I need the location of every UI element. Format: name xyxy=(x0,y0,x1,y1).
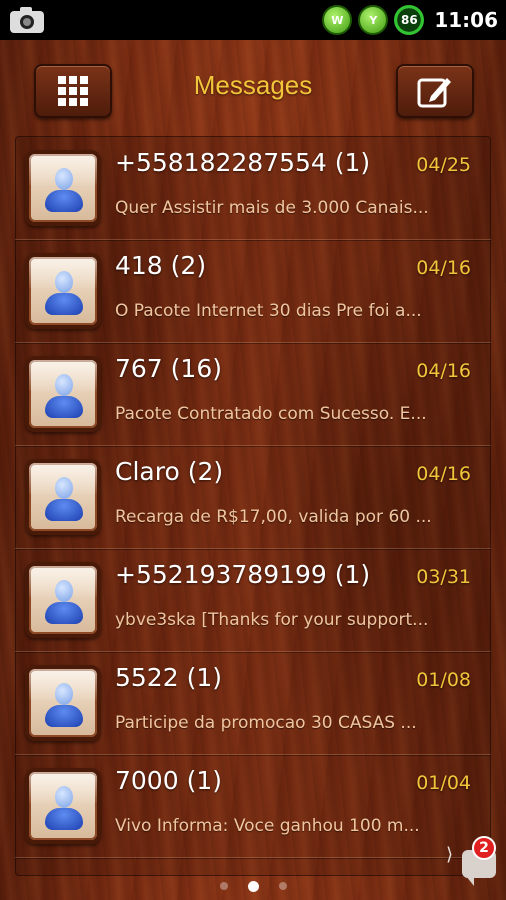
status-bar: W Y 86 11:06 xyxy=(0,0,506,40)
thread-preview: Vivo Informa: Voce ganhou 100 m... xyxy=(115,816,420,836)
thread-name: +552193789199 (1) xyxy=(115,560,371,589)
contact-avatar-icon xyxy=(25,356,101,432)
page-indicator xyxy=(0,881,506,892)
signal-icon: Y xyxy=(358,5,389,35)
thread-row[interactable]: 767 (16) 04/16 Pacote Contratado com Suc… xyxy=(15,342,491,446)
thread-date: 04/25 xyxy=(416,154,471,176)
thread-name: 767 (16) xyxy=(115,354,222,383)
thread-preview: Recarga de R$17,00, valida por 60 ... xyxy=(115,507,432,527)
screen: W Y 86 11:06 Messages +558182287554 (1) … xyxy=(0,0,506,900)
w-app-icon: W xyxy=(322,5,353,35)
thread-row[interactable]: 7000 (1) 01/04 Vivo Informa: Voce ganhou… xyxy=(15,754,491,858)
thread-row[interactable]: +552193789199 (1) 03/31 ybve3ska [Thanks… xyxy=(15,548,491,652)
thread-row[interactable]: +558182287554 (1) 04/25 Quer Assistir ma… xyxy=(15,136,491,240)
thread-date: 01/04 xyxy=(416,772,471,794)
thread-name: Claro (2) xyxy=(115,457,224,486)
contact-avatar-icon xyxy=(25,459,101,535)
thread-date: 03/31 xyxy=(416,566,471,588)
thread-date: 01/08 xyxy=(416,669,471,691)
thread-name: 418 (2) xyxy=(115,251,207,280)
thread-date: 04/16 xyxy=(416,360,471,382)
rays-icon: ⟩ xyxy=(446,844,454,865)
compose-icon xyxy=(417,78,451,108)
contact-avatar-icon xyxy=(25,665,101,741)
thread-row[interactable]: 418 (2) 04/16 O Pacote Internet 30 dias … xyxy=(15,239,491,343)
thread-row[interactable]: Claro (2) 04/16 Recarga de R$17,00, vali… xyxy=(15,445,491,549)
thread-name: +558182287554 (1) xyxy=(115,148,371,177)
thread-name: 5522 (1) xyxy=(115,663,222,692)
page-dot[interactable] xyxy=(278,882,287,890)
thread-row[interactable]: 5522 (1) 01/08 Participe da promocao 30 … xyxy=(15,651,491,755)
contact-avatar-icon xyxy=(25,150,101,226)
thread-preview: Pacote Contratado com Sucesso. E... xyxy=(115,404,427,424)
thread-preview: Participe da promocao 30 CASAS ... xyxy=(115,713,417,733)
page-dot[interactable] xyxy=(219,882,228,890)
contact-avatar-icon xyxy=(25,253,101,329)
status-clock: 11:06 xyxy=(434,8,498,32)
thread-date: 04/16 xyxy=(416,257,471,279)
contact-avatar-icon xyxy=(25,768,101,844)
page-dot-active[interactable] xyxy=(247,881,259,892)
notification-widget[interactable]: ⟩ 2 xyxy=(446,836,502,886)
thread-preview: O Pacote Internet 30 dias Pre foi a... xyxy=(115,301,422,321)
battery-icon: 86 xyxy=(394,5,425,35)
thread-preview: ybve3ska [Thanks for your support... xyxy=(115,610,429,630)
camera-icon xyxy=(8,5,46,39)
thread-preview: Quer Assistir mais de 3.000 Canais... xyxy=(115,198,429,218)
unread-badge: 2 xyxy=(472,836,496,860)
thread-name: 7000 (1) xyxy=(115,766,222,795)
title-bar: Messages xyxy=(8,44,498,134)
contact-avatar-icon xyxy=(25,562,101,638)
thread-date: 04/16 xyxy=(416,463,471,485)
thread-list: +558182287554 (1) 04/25 Quer Assistir ma… xyxy=(15,136,491,876)
compose-button[interactable] xyxy=(396,64,474,118)
